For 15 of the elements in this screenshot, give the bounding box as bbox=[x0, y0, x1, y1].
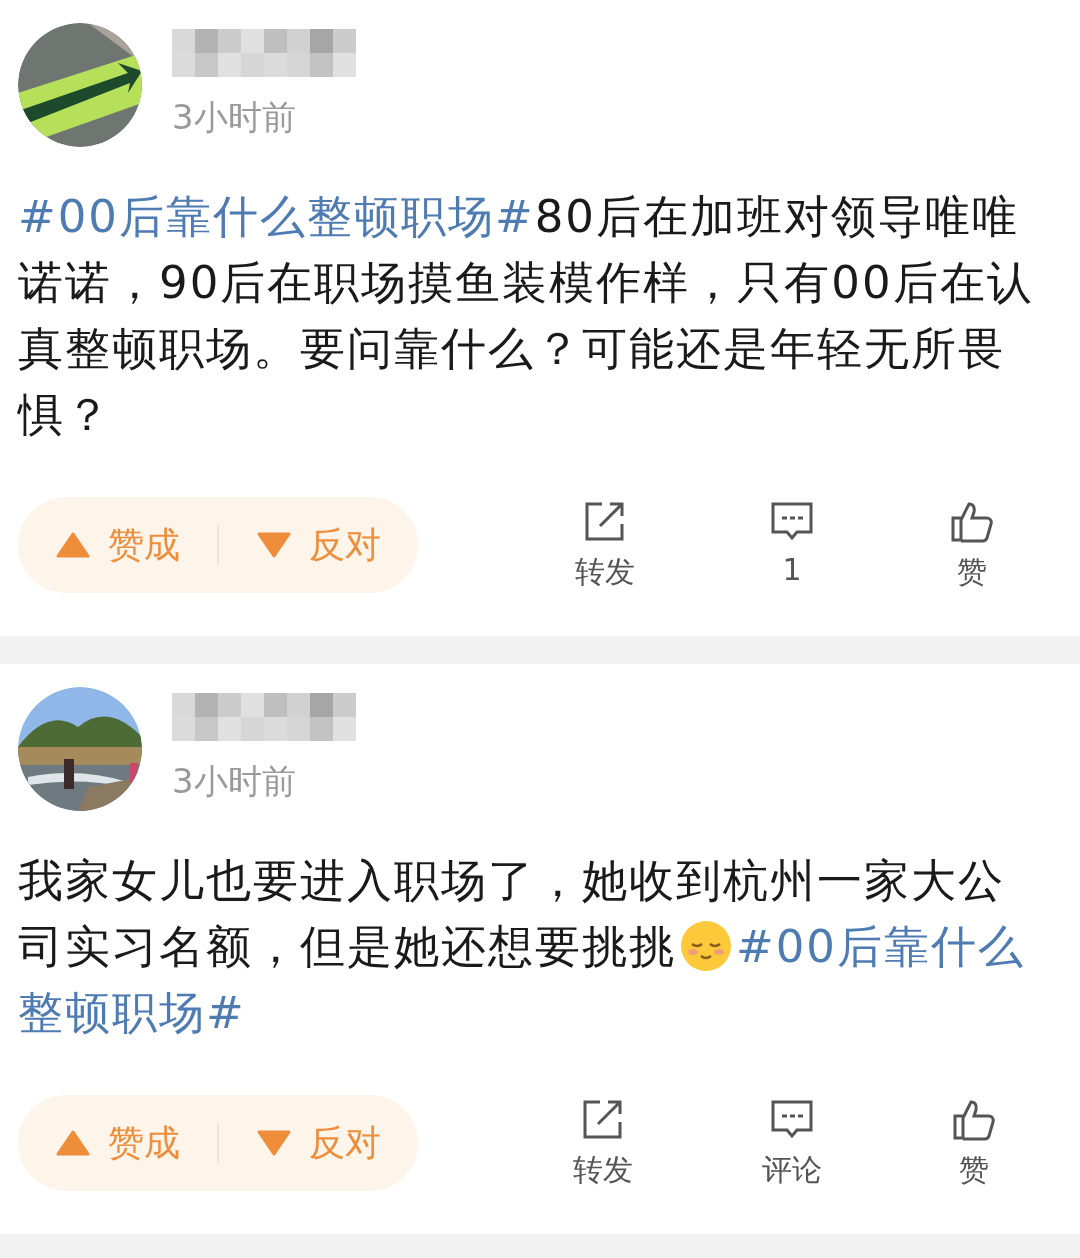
share-button[interactable]: 转发 bbox=[575, 497, 635, 593]
post-time: 3小时前 bbox=[172, 96, 297, 139]
like-button[interactable]: 赞 bbox=[949, 497, 995, 593]
smiling-face-icon bbox=[680, 920, 732, 972]
up-triangle-icon bbox=[55, 532, 90, 558]
share-button[interactable]: 转发 bbox=[572, 1095, 633, 1191]
up-triangle-icon bbox=[55, 1130, 90, 1156]
post-text: #00后靠什么整顿职场#80后在加班对领导唯唯诺诺，90后在职场摸鱼装模作样，只有00后在认真整顿职场。要问靠什么？可能还是年轻无所畏惧？ bbox=[18, 189, 1034, 443]
like-button[interactable]: 赞 bbox=[951, 1095, 998, 1191]
comment-button[interactable]: 1 bbox=[769, 497, 815, 593]
down-triangle-icon bbox=[256, 532, 291, 558]
post-time: 3小时前 bbox=[172, 760, 297, 803]
post-text: 我家女儿也要进入职场了，她收到杭州一家大公司实习名额，但是她还想要挑挑 #00后靠什么整顿职场# bbox=[18, 853, 1026, 1041]
down-triangle-icon bbox=[256, 1130, 291, 1156]
comment-button[interactable]: 评论 bbox=[762, 1095, 822, 1191]
